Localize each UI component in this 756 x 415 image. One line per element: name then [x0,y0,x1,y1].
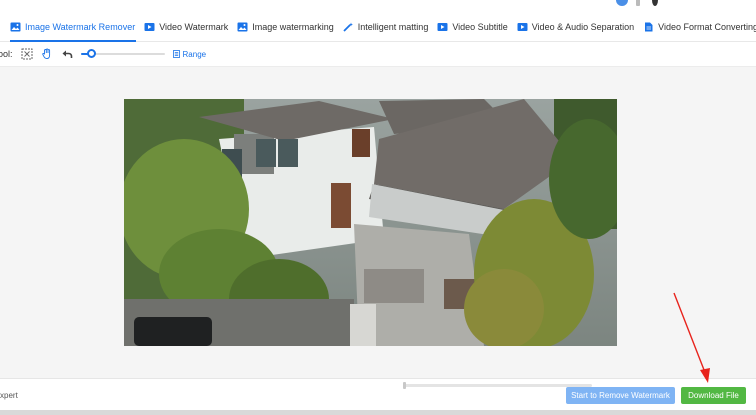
tool-bar: ool: Range [0,44,756,64]
tab-label: Video & Audio Separation [531,21,635,32]
tab-video-subtitle[interactable]: Video Subtitle [435,12,514,41]
tab-image-watermarking[interactable]: Image watermarking [235,12,341,41]
rectangle-select-icon[interactable] [21,48,33,60]
tab-label: Image watermarking [252,21,334,32]
house-aerial-image [124,99,617,346]
uploaded-photo[interactable] [124,99,617,346]
tab-label: Intelligent matting [357,21,429,32]
tab-label: Image Watermark Remover [25,21,136,32]
editor-canvas[interactable] [0,66,756,378]
tab-video-watermark[interactable]: Video Watermark [142,12,235,41]
tab-label: Video Subtitle [452,21,508,32]
undo-icon[interactable] [61,48,73,60]
tab-video-format-converting[interactable]: Video Format Converting [641,12,756,41]
file-icon [645,22,653,31]
help-icon[interactable] [616,0,628,6]
range-icon [172,50,180,58]
magic-wand-icon [343,22,353,32]
image-icon [237,22,248,31]
tool-label: ool: [0,49,13,59]
hand-pan-icon[interactable] [41,48,53,60]
video-icon [437,22,448,31]
download-file-button[interactable]: Download File [681,387,746,404]
progress-handle [403,382,406,389]
remove-watermark-button[interactable]: Start to Remove Watermark [566,387,675,404]
app-page: Image Watermark Remover Video Watermark … [0,0,756,415]
tab-label: Video Format Converting [658,21,756,32]
menu-icon[interactable] [652,0,658,6]
video-icon [144,22,155,31]
video-icon [517,22,528,31]
top-bar [0,0,756,10]
feature-tabs: Image Watermark Remover Video Watermark … [0,12,756,42]
progress-track [403,382,592,389]
tab-image-watermark-remover[interactable]: Image Watermark Remover [8,12,142,42]
slider-handle[interactable] [86,49,96,58]
tab-intelligent-matting[interactable]: Intelligent matting [341,12,436,41]
divider-icon [636,0,640,6]
range-button[interactable]: Range [172,49,207,59]
range-label: Range [182,49,207,59]
horizontal-scrollbar[interactable] [0,410,756,415]
tab-label: Video Watermark [159,21,229,32]
mode-label: xpert [0,391,18,400]
image-icon [10,22,21,31]
brush-size-slider[interactable] [80,48,165,60]
tab-video-audio-separation[interactable]: Video & Audio Separation [515,12,641,41]
